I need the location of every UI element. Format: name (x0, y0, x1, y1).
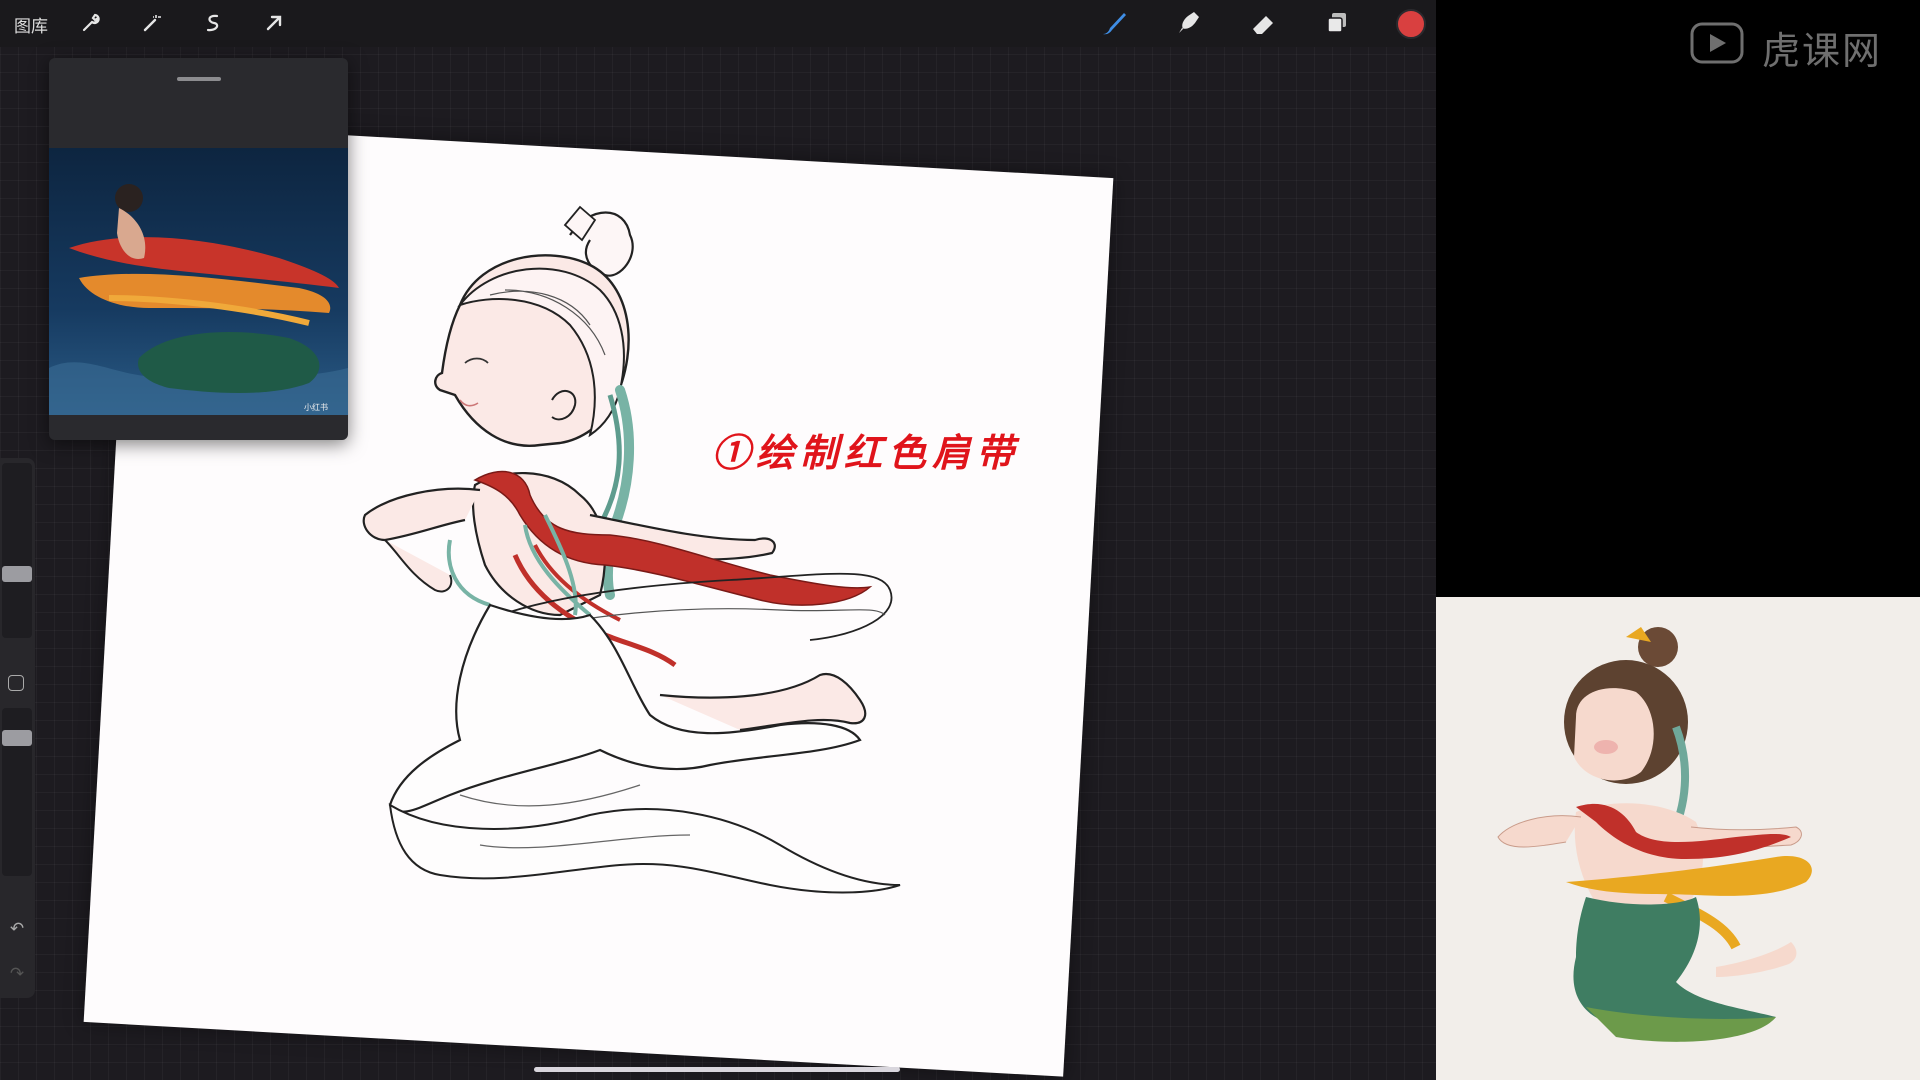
magic-wand-icon[interactable] (137, 8, 167, 38)
top-toolbar: 图库 (0, 0, 1436, 47)
selection-icon[interactable] (198, 8, 228, 38)
undo-icon[interactable]: ↶ (6, 918, 28, 940)
step-caption: ①绘制红色肩带 (712, 430, 1021, 475)
color-picker-button[interactable] (1396, 9, 1426, 39)
transform-arrow-icon[interactable] (259, 8, 289, 38)
brush-size-slider[interactable] (2, 463, 32, 638)
wrench-icon[interactable] (76, 8, 106, 38)
redo-icon[interactable]: ↷ (6, 963, 28, 985)
brush-size-thumb[interactable] (2, 566, 32, 582)
line-art-drawing (362, 205, 901, 894)
reference-window[interactable]: 小红书 (49, 58, 348, 440)
reference-watermark: 小红书 (304, 402, 328, 412)
reference-drag-handle[interactable] (177, 77, 221, 81)
smudge-icon[interactable] (1173, 8, 1203, 38)
brush-icon[interactable] (1099, 8, 1129, 38)
brand-logo-text: 虎课网 (1762, 29, 1883, 73)
home-indicator (534, 1067, 900, 1072)
procreate-app: 图库 ①绘制红色肩带 小红书 ↶ ↷ (0, 0, 1436, 1080)
layers-icon[interactable] (1322, 8, 1352, 38)
gallery-button[interactable]: 图库 (14, 12, 48, 37)
eraser-icon[interactable] (1248, 8, 1278, 38)
reference-photo: 小红书 (49, 148, 348, 415)
opacity-thumb[interactable] (2, 730, 32, 746)
modify-button[interactable] (8, 675, 24, 691)
finished-artwork-preview (1436, 597, 1920, 1080)
left-sidebar: ↶ ↷ (0, 458, 35, 998)
